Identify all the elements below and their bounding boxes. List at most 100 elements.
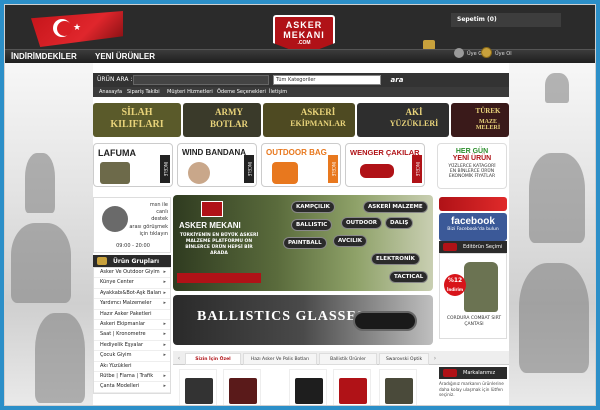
- nav-discounts[interactable]: İNDİRİMDEKİLER: [11, 52, 77, 61]
- menu-contact[interactable]: İletişim: [269, 89, 287, 95]
- left-side-art: [5, 63, 93, 405]
- hero-banner[interactable]: ASKER MEKANI TÜRKİYENİN EN BÜYÜK ASKERİ …: [173, 195, 433, 291]
- sidebar-category-label: Asker Ve Outdoor Giyim: [100, 269, 160, 275]
- category-select[interactable]: Tüm Kategoriler: [273, 75, 381, 85]
- tab-ballistics[interactable]: Ballistik Ürünler: [319, 353, 377, 365]
- facebook-box[interactable]: facebook Bizi Facebook'da bulun: [439, 213, 507, 241]
- banner-equipment[interactable]: ASKERİ EKİPMANLAR: [263, 103, 355, 137]
- editor-pick-card[interactable]: %12 İndirim CORDURA COMBAT SIRT ÇANTASI: [439, 253, 507, 339]
- sidebar-category-item[interactable]: Akı Yüzükleri: [94, 362, 170, 372]
- knife-icon: [360, 164, 394, 178]
- ballistics-glasses-banner[interactable]: BALLISTICS GLASSES: [173, 295, 433, 345]
- tile-bandana-tag: İNCELE: [244, 155, 254, 183]
- sidebar-category-item[interactable]: Askeri Ekipmanlar ▸: [94, 320, 170, 331]
- product-card[interactable]: [379, 369, 417, 405]
- sidebar-category-item[interactable]: Hediyelik Eşyalar ▸: [94, 341, 170, 352]
- chevron-right-icon: ▸: [163, 320, 166, 327]
- chevron-right-icon: ▸: [163, 331, 166, 338]
- promo-line5: için tıklayın: [139, 231, 168, 237]
- banner-rings[interactable]: AKİ YÜZÜKLERİ: [357, 103, 449, 137]
- product-card[interactable]: [333, 369, 371, 405]
- sidebar-category-item[interactable]: Saat | Kronometre ▸: [94, 330, 170, 341]
- editor-product-name: CORDURA COMBAT SIRT ÇANTASI: [446, 316, 502, 327]
- tab-prev-icon[interactable]: ‹: [175, 353, 183, 365]
- tab-optics[interactable]: Swarovski Optik: [379, 353, 429, 365]
- discount-badge: %12 İndirim: [444, 274, 466, 296]
- tile-lafuma[interactable]: LAFUMA İNCELE: [93, 143, 173, 187]
- search-label: ÜRÜN ARA :: [97, 76, 133, 83]
- tab-boots[interactable]: Hazı Asker Ve Polis Botları: [243, 353, 317, 365]
- brands-title: Markalarımız: [463, 370, 496, 376]
- turkish-flag-icon: ★: [31, 11, 123, 47]
- soldier-icon: [35, 313, 85, 403]
- bag-icon: [272, 162, 298, 184]
- banner-equipment-line2: EKİPMANLAR: [290, 119, 346, 128]
- sidebar-category-item[interactable]: Ayakkabı&Bot-Aşk Baları ▸: [94, 289, 170, 300]
- search-button[interactable]: ara: [385, 74, 409, 86]
- glasses-title: BALLISTICS GLASSES: [197, 309, 366, 324]
- sidebar-category-item[interactable]: Yardımcı Malzemeler ▸: [94, 299, 170, 310]
- sidebar-category-item[interactable]: Künye Center ▸: [94, 278, 170, 289]
- live-support-promo[interactable]: msn ile canlı destek arası görüşmek için…: [93, 197, 171, 253]
- hero-tag: DALIŞ: [385, 217, 414, 229]
- sidebar-category-item[interactable]: Rütbe | Flama | Trafik ▸: [94, 372, 170, 383]
- logo-line1: ASKER: [285, 20, 323, 30]
- sidebar-category-label: Akı Yüzükleri: [100, 362, 132, 369]
- register-link[interactable]: Üye Ol: [495, 51, 512, 57]
- menu-customer-service[interactable]: Müşteri Hizmetleri: [167, 89, 213, 95]
- product-image: [185, 378, 213, 404]
- tile-wind-bandana[interactable]: WIND BANDANA İNCELE: [177, 143, 257, 187]
- menu-home[interactable]: Anasayfa: [99, 89, 122, 95]
- promo-line2: canlı: [156, 209, 168, 215]
- product-card[interactable]: [289, 369, 327, 405]
- page-frame: ★ ASKER MEKANI .COM Sepetim (0) İNDİRİMD…: [4, 4, 596, 406]
- sidebar-category-item[interactable]: Hazır Asker Paketleri: [94, 310, 170, 320]
- new-line1: HER GÜN: [455, 148, 489, 155]
- main-content: ÜRÜN ARA : Tüm Kategoriler ara Anasayfa …: [93, 63, 509, 405]
- product-groups-title: Ürün Grupları: [113, 258, 160, 265]
- promo-line4: arası görüşmek: [129, 224, 168, 230]
- search-input[interactable]: [133, 75, 269, 85]
- nav-new-products[interactable]: YENİ ÜRÜNLER: [95, 52, 155, 61]
- menu-payment-options[interactable]: Ödeme Seçenekleri: [217, 89, 266, 95]
- crescent-icon: [53, 19, 72, 37]
- hero-cta[interactable]: [177, 273, 261, 283]
- hero-subtitle: TÜRKİYENİN EN BÜYÜK ASKERİ MALZEME PLATF…: [179, 233, 259, 256]
- banner-army-boots[interactable]: ARMY BOTLAR: [183, 103, 261, 137]
- banner-extra[interactable]: TÜREK MAZE MELERİ: [451, 103, 509, 137]
- tile-wenger[interactable]: WENGER ÇAKILAR İNCELE: [345, 143, 425, 187]
- product-card[interactable]: [179, 369, 217, 405]
- hero-tag: KAMPÇILIK: [291, 201, 335, 213]
- tile-lafuma-tag: İNCELE: [160, 155, 170, 183]
- promo-line1: msn ile: [149, 202, 168, 208]
- sidebar-category-item[interactable]: Çanta Modelleri ▸: [94, 382, 170, 393]
- brands-icon: [443, 369, 457, 377]
- logo-line2: MEKANI: [283, 30, 325, 40]
- red-promo-banner[interactable]: [439, 197, 507, 211]
- sidebar-category-label: Yardımcı Malzemeler: [100, 300, 152, 307]
- tile-outdoor-bag[interactable]: OUTDOOR BAG İNCELE: [261, 143, 341, 187]
- sidebar-category-item[interactable]: Asker Ve Outdoor Giyim ▸: [94, 268, 170, 279]
- product-card[interactable]: [223, 369, 261, 405]
- banner-holsters[interactable]: SİLAH KILIFLARI: [93, 103, 181, 137]
- cart-link[interactable]: Sepetim (0): [451, 13, 561, 27]
- new-line2: YENİ ÜRÜN: [452, 155, 492, 162]
- hero-tag: BALLISTIC: [291, 219, 333, 231]
- new-line3: YÜZLERCE KATAGORİ: [448, 164, 496, 169]
- tile-bag-title: OUTDOOR BAG: [266, 148, 327, 157]
- sidebar-category-label: Askeri Ekipmanlar: [100, 320, 146, 327]
- sidebar-category-label: Ayakkabı&Bot-Aşk Baları: [100, 289, 162, 296]
- banner-boots-line2: BOTLAR: [209, 119, 248, 129]
- menu-order-tracking[interactable]: Sipariş Takibi: [127, 89, 160, 95]
- editor-icon: [443, 243, 457, 251]
- hero-logo: [201, 201, 223, 217]
- brands-text: Aradığınız markanın ürünlerine daha kola…: [439, 381, 504, 397]
- soldier-icon: [529, 153, 585, 243]
- hero-tag: OUTDOOR: [341, 217, 383, 229]
- search-bar: ÜRÜN ARA : Tüm Kategoriler ara: [93, 73, 509, 87]
- new-products-box[interactable]: HER GÜN YENİ ÜRÜN YÜZLERCE KATAGORİ EN B…: [437, 143, 507, 189]
- tab-special[interactable]: Sizin İçin Özel: [185, 353, 241, 365]
- tab-next-icon[interactable]: ›: [431, 353, 439, 365]
- chevron-right-icon: ▸: [163, 269, 166, 275]
- sidebar-category-item[interactable]: Çocuk Giyim ▸: [94, 351, 170, 362]
